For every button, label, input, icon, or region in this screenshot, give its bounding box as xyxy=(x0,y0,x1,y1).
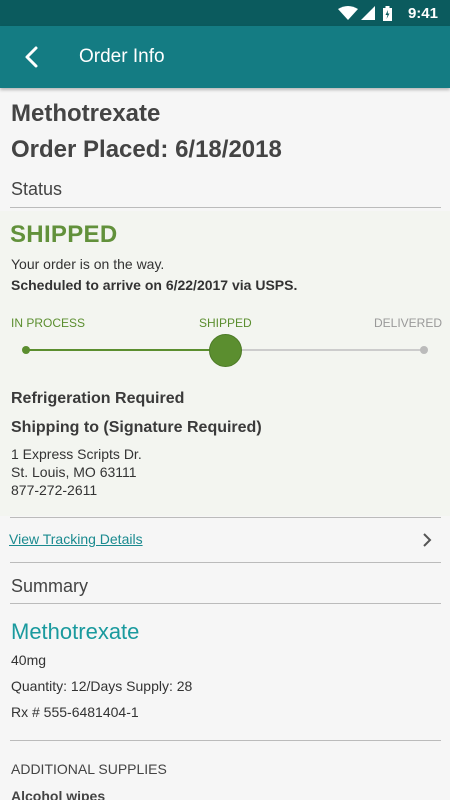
wifi-icon xyxy=(338,6,358,20)
quantity-supply: Quantity: 12/Days Supply: 28 xyxy=(11,678,193,694)
arrival-estimate: Scheduled to arrive on 6/22/2017 via USP… xyxy=(11,277,298,293)
summary-section-title: Summary xyxy=(11,576,89,596)
additional-supplies-title: ADDITIONAL SUPPLIES xyxy=(11,761,167,777)
divider xyxy=(10,603,441,604)
view-tracking-link[interactable]: View Tracking Details xyxy=(9,531,143,547)
divider xyxy=(10,207,441,208)
progress-dot-in-process xyxy=(22,346,30,354)
refrigeration-notice: Refrigeration Required xyxy=(11,390,185,407)
status-message: Your order is on the way. xyxy=(11,256,165,272)
shipping-label: Shipping to (Signature Required) xyxy=(11,419,262,436)
order-placed-date: Order Placed: 6/18/2018 xyxy=(11,136,282,163)
status-headline: SHIPPED xyxy=(10,221,118,248)
supply-item: Alcohol wipes xyxy=(11,788,106,800)
clock: 9:41 xyxy=(407,5,438,22)
divider xyxy=(10,740,441,741)
stage-delivered: DELIVERED xyxy=(374,316,443,330)
order-drug-name: Methotrexate xyxy=(11,100,161,127)
page-title: Order Info xyxy=(79,46,165,67)
progress-dot-shipped-current xyxy=(209,334,242,367)
order-content: Methotrexate Order Placed: 6/18/2018 Sta… xyxy=(0,88,450,800)
progress-dot-delivered xyxy=(420,346,428,354)
drug-dose: 40mg xyxy=(11,652,47,668)
phone-number: 877-272-2611 xyxy=(11,482,98,498)
progress-track-complete xyxy=(26,349,225,351)
status-section-title: Status xyxy=(11,179,63,199)
address-line-2: St. Louis, MO 63111 xyxy=(11,464,137,480)
signal-icon xyxy=(361,6,375,20)
system-status-bar: 9:41 xyxy=(0,0,450,26)
summary-drug-name: Methotrexate xyxy=(11,619,140,644)
divider xyxy=(10,517,441,518)
stage-in-process: IN PROCESS xyxy=(11,316,86,330)
battery-icon xyxy=(383,6,392,21)
stage-shipped: SHIPPED xyxy=(199,316,252,330)
back-arrow-icon[interactable] xyxy=(18,43,46,71)
progress-track-remaining xyxy=(225,349,424,351)
divider xyxy=(10,562,441,563)
chevron-right-icon[interactable] xyxy=(420,532,434,548)
app-bar: Order Info xyxy=(0,26,450,88)
rx-number: Rx # 555-6481404-1 xyxy=(11,704,139,720)
address-line-1: 1 Express Scripts Dr. xyxy=(11,446,142,462)
